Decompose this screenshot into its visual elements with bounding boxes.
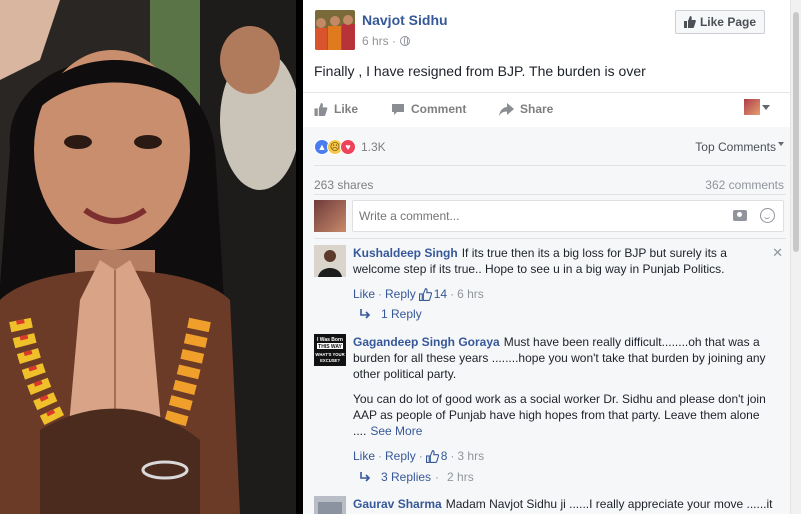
close-icon[interactable]: ✕ (772, 245, 783, 261)
post-time[interactable]: 6 hrs (362, 34, 389, 48)
comments-count[interactable]: 362 comments (705, 178, 784, 192)
page-avatar[interactable] (315, 10, 355, 50)
comment-author[interactable]: Gaurav Sharma (353, 497, 442, 511)
top-comments-label: Top Comments (695, 140, 776, 154)
commenter-avatar[interactable]: I Was Born THIS WAY WHAT'S YOUR EXCUSE? (314, 334, 346, 366)
like-button[interactable]: Like (314, 102, 358, 116)
comment-footer: Like · Reply · 8 · 3 hrs (353, 448, 485, 464)
comment-input[interactable] (353, 201, 713, 231)
share-label: Share (520, 102, 554, 116)
photo-illustration (0, 0, 296, 514)
replies-time[interactable]: 2 hrs (447, 470, 474, 484)
reply-arrow-icon (360, 472, 371, 482)
comment-icon (392, 103, 404, 115)
avatar-caption-line: I Was Born (317, 337, 343, 343)
comment-button[interactable]: Comment (391, 102, 466, 116)
post-photo[interactable] (0, 0, 296, 514)
avatar-caption-line: EXCUSE? (320, 358, 340, 363)
comment-label: Comment (411, 102, 467, 116)
like-page-label: Like Page (699, 15, 756, 29)
emoji-icon[interactable] (760, 208, 775, 223)
replies-label: 1 Reply (381, 307, 422, 321)
comment-like-count: 8 (440, 449, 448, 463)
reply-arrow-icon (360, 309, 371, 319)
post-meta: 6 hrs · (362, 34, 411, 48)
reactions-count: 1.3K (361, 140, 386, 154)
reactions-summary[interactable]: ▲ ☹ ♥ 1.3K (314, 139, 386, 155)
camera-icon[interactable] (733, 210, 747, 221)
comment-composer[interactable] (352, 200, 784, 232)
comment-reply-link[interactable]: Reply (385, 286, 416, 302)
comment-like-link[interactable]: Like (353, 286, 375, 302)
commenter-avatar[interactable] (314, 496, 346, 514)
thumbs-up-icon (314, 102, 328, 116)
thumbs-up-icon (425, 449, 439, 463)
view-replies-link[interactable]: 1 Reply (359, 307, 422, 321)
post-text: Finally , I have resigned from BJP. The … (314, 63, 646, 79)
globe-icon (400, 36, 411, 46)
comment-likes[interactable]: 14 (418, 286, 448, 302)
post-as-selector[interactable] (744, 99, 770, 115)
chevron-down-icon (778, 142, 784, 146)
comment-text: Madam Navjot Sidhu ji ......I really app… (445, 497, 773, 511)
comment-time[interactable]: 3 hrs (457, 448, 484, 464)
divider (314, 194, 786, 195)
chevron-down-icon (762, 104, 770, 110)
comment-body: Kushaldeep Singh If its true then its a b… (353, 245, 773, 302)
shares-count[interactable]: 263 shares (314, 178, 373, 192)
avatar-caption-line: WHAT'S YOUR (315, 352, 344, 357)
like-label: Like (334, 102, 359, 116)
scrollbar-thumb[interactable] (793, 12, 799, 252)
scrollbar[interactable] (790, 0, 801, 514)
replies-label: 3 Replies (381, 470, 432, 484)
actor-avatar (744, 99, 760, 115)
post-actions: Like Comment Share (303, 92, 790, 126)
comment-reply-link[interactable]: Reply (385, 448, 416, 464)
comment-like-count: 14 (433, 287, 448, 301)
view-replies-link[interactable]: 3 Replies · 2 hrs (359, 470, 474, 484)
post-panel: Navjot Sidhu 6 hrs · Like Page Finally ,… (303, 0, 790, 514)
commenter-avatar[interactable] (314, 245, 346, 277)
share-arrow-icon (499, 102, 514, 116)
top-comments-dropdown[interactable]: Top Comments (695, 140, 784, 154)
like-page-button[interactable]: Like Page (674, 10, 765, 34)
comment-like-link[interactable]: Like (353, 448, 375, 464)
thumbs-up-icon (683, 16, 696, 28)
page-name[interactable]: Navjot Sidhu (362, 12, 448, 28)
divider (314, 238, 786, 239)
comment-likes[interactable]: 8 (425, 448, 448, 464)
composer-avatar (314, 200, 346, 232)
share-button[interactable]: Share (499, 102, 553, 116)
comment-author[interactable]: Gagandeep Singh Goraya (353, 335, 500, 349)
avatar-caption-line: THIS WAY (318, 344, 342, 350)
thumbs-up-icon (418, 287, 432, 301)
comments-section: ▲ ☹ ♥ 1.3K Top Comments 263 shares 362 c… (303, 127, 790, 514)
comment-author[interactable]: Kushaldeep Singh (353, 246, 458, 260)
love-reaction-icon: ♥ (340, 139, 356, 155)
comment-body: Gaurav Sharma Madam Navjot Sidhu ji .....… (353, 496, 773, 514)
divider (314, 165, 786, 166)
comment-body: Gagandeep Singh Goraya Must have been rea… (353, 334, 773, 464)
comment-time[interactable]: 6 hrs (457, 286, 484, 302)
see-more-link[interactable]: See More (370, 424, 422, 438)
comment-footer: Like · Reply 14 · 6 hrs (353, 286, 484, 302)
